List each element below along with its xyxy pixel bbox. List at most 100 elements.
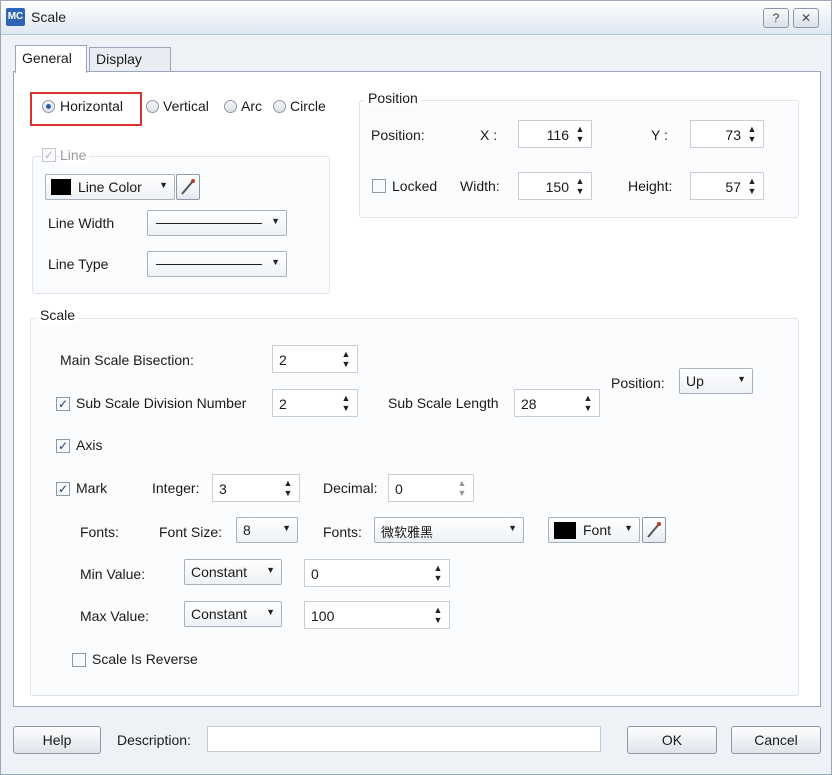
spin-arrows-icon[interactable]: ▲ ▼ [341, 393, 351, 413]
max-mode-value: Constant [191, 606, 248, 622]
axis-checkbox[interactable]: ✓ [56, 439, 70, 453]
tab-display[interactable]: Display [89, 47, 171, 72]
dropdown-arrow-icon: ▼ [271, 216, 280, 226]
height-input[interactable]: 57 ▲ ▼ [690, 172, 764, 200]
radio-horizontal[interactable] [42, 100, 55, 113]
eyedropper-icon [181, 179, 195, 195]
line-type-preview [156, 264, 262, 265]
scale-position-select[interactable]: Up ▼ [679, 368, 753, 394]
line-width-select[interactable]: ▼ [147, 210, 287, 236]
font-color-swatch [554, 522, 576, 539]
general-panel: Horizontal Vertical Arc Circle ✓ Line Li… [13, 71, 821, 707]
line-type-label: Line Type [48, 256, 109, 272]
scale-group-title: Scale [36, 307, 80, 323]
spin-arrows-icon[interactable]: ▲ ▼ [583, 393, 593, 413]
min-value-input[interactable]: 0 ▲ ▼ [304, 559, 450, 587]
max-value-value: 100 [311, 608, 335, 624]
radio-circle[interactable] [273, 100, 286, 113]
radio-vertical-label: Vertical [163, 98, 209, 114]
description-label: Description: [117, 732, 191, 748]
x-input[interactable]: 116 ▲ ▼ [518, 120, 592, 148]
scale-position-value: Up [686, 373, 704, 389]
decimal-input[interactable]: 0 ▲ ▼ [388, 474, 474, 502]
x-label: X : [480, 127, 498, 143]
position-group-title: Position [364, 90, 422, 106]
mark-label: Mark [76, 480, 108, 496]
line-width-label: Line Width [48, 215, 115, 231]
spin-arrows-icon[interactable]: ▲ ▼ [575, 176, 585, 196]
line-color-button[interactable]: Line Color ▼ [45, 174, 175, 200]
line-checkbox[interactable]: ✓ [42, 148, 56, 162]
y-input[interactable]: 73 ▲ ▼ [690, 120, 764, 148]
min-mode-select[interactable]: Constant ▼ [184, 559, 282, 585]
radio-circle-label: Circle [290, 98, 326, 114]
font-size-select[interactable]: 8 ▼ [236, 517, 298, 543]
radio-arc[interactable] [224, 100, 237, 113]
dropdown-arrow-icon: ▼ [624, 523, 633, 533]
spin-arrows-icon[interactable]: ▲ ▼ [575, 124, 585, 144]
spin-arrows-icon[interactable]: ▲ ▼ [433, 563, 443, 583]
max-value-input[interactable]: 100 ▲ ▼ [304, 601, 450, 629]
help-button[interactable]: Help [13, 726, 101, 754]
dropdown-arrow-icon: ▼ [282, 523, 291, 533]
height-label: Height: [628, 178, 673, 194]
position-group [359, 100, 799, 218]
main-scale-bisection-input[interactable]: 2 ▲ ▼ [272, 345, 358, 373]
spin-arrows-icon[interactable]: ▲ ▼ [747, 176, 757, 196]
locked-checkbox[interactable] [372, 179, 386, 193]
width-label: Width: [460, 178, 500, 194]
line-group-title: Line [60, 147, 90, 163]
radio-vertical[interactable] [146, 100, 159, 113]
spin-arrows-icon[interactable]: ▲ ▼ [747, 124, 757, 144]
sub-scale-division-input[interactable]: 2 ▲ ▼ [272, 389, 358, 417]
locked-label: Locked [392, 178, 438, 194]
min-mode-value: Constant [191, 564, 248, 580]
sub-scale-length-value: 28 [521, 396, 537, 412]
line-color-label: Line Color [78, 179, 142, 195]
font-size-label: Font Size: [159, 524, 223, 540]
tab-general[interactable]: General [15, 45, 87, 73]
ok-button[interactable]: OK [627, 726, 717, 754]
line-color-picker-button[interactable] [176, 174, 200, 200]
close-button[interactable]: ✕ [793, 8, 819, 28]
cancel-button[interactable]: Cancel [731, 726, 821, 754]
font-color-button[interactable]: Font ▼ [548, 517, 640, 543]
decimal-label: Decimal: [323, 480, 378, 496]
sub-scale-division-checkbox[interactable]: ✓ [56, 397, 70, 411]
scale-reverse-label: Scale Is Reverse [92, 651, 198, 667]
height-value: 57 [725, 179, 741, 195]
min-value-value: 0 [311, 566, 319, 582]
max-value-label: Max Value: [80, 608, 149, 624]
title-bar: MC Scale ? ✕ [1, 1, 831, 35]
radio-arc-label: Arc [241, 98, 262, 114]
fonts-select[interactable]: 微软雅黑 ▼ [374, 517, 524, 543]
dropdown-arrow-icon: ▼ [266, 565, 275, 575]
line-color-swatch [51, 179, 71, 195]
line-width-preview [156, 223, 262, 224]
dropdown-arrow-icon: ▼ [159, 180, 168, 190]
decimal-value: 0 [395, 481, 403, 497]
help-title-button[interactable]: ? [763, 8, 789, 28]
sub-scale-length-input[interactable]: 28 ▲ ▼ [514, 389, 600, 417]
dropdown-arrow-icon: ▼ [737, 374, 746, 384]
width-input[interactable]: 150 ▲ ▼ [518, 172, 592, 200]
fonts-value: 微软雅黑 [381, 526, 434, 541]
sub-scale-length-label: Sub Scale Length [388, 395, 499, 411]
min-value-label: Min Value: [80, 566, 146, 582]
spin-arrows-icon[interactable]: ▲ ▼ [457, 478, 467, 498]
fonts-label: Fonts: [323, 524, 362, 540]
font-size-value: 8 [243, 522, 251, 538]
integer-value: 3 [219, 481, 227, 497]
sub-scale-division-value: 2 [279, 396, 287, 412]
description-input[interactable] [207, 726, 601, 752]
scale-reverse-checkbox[interactable] [72, 653, 86, 667]
font-color-picker-button[interactable] [642, 517, 666, 543]
spin-arrows-icon[interactable]: ▲ ▼ [283, 478, 293, 498]
line-type-select[interactable]: ▼ [147, 251, 287, 277]
spin-arrows-icon[interactable]: ▲ ▼ [341, 349, 351, 369]
main-scale-bisection-label: Main Scale Bisection: [60, 352, 194, 368]
mark-checkbox[interactable]: ✓ [56, 482, 70, 496]
max-mode-select[interactable]: Constant ▼ [184, 601, 282, 627]
integer-input[interactable]: 3 ▲ ▼ [212, 474, 300, 502]
spin-arrows-icon[interactable]: ▲ ▼ [433, 605, 443, 625]
